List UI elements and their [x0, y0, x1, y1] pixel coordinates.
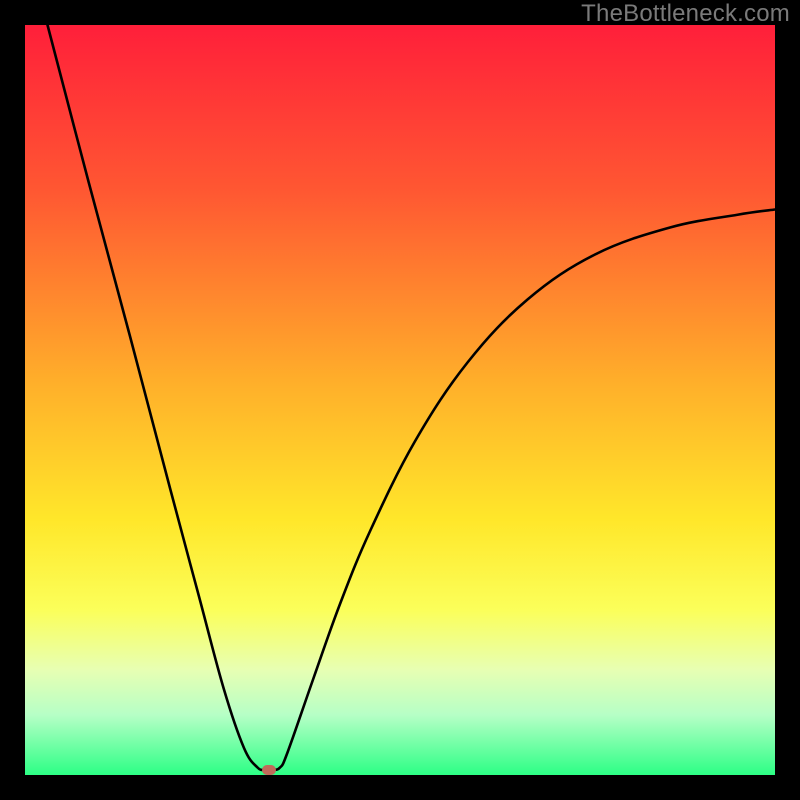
plot-area	[25, 25, 775, 775]
watermark-text: TheBottleneck.com	[581, 0, 790, 28]
min-marker	[262, 765, 276, 775]
curve-svg	[25, 25, 775, 775]
bottleneck-curve	[48, 25, 776, 770]
chart-frame: TheBottleneck.com	[0, 0, 800, 800]
